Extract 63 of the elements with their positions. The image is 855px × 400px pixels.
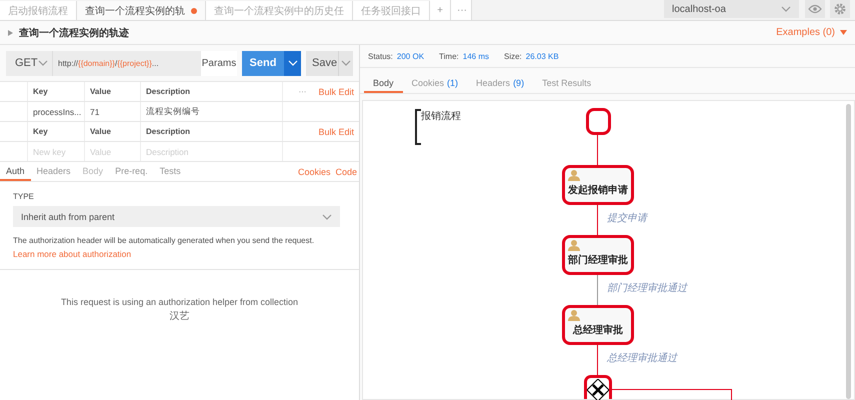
environment-select[interactable]: localhost-oa — [664, 0, 799, 18]
caret-down-icon — [840, 30, 847, 35]
send-button[interactable]: Send — [242, 50, 284, 76]
scrollbar[interactable] — [846, 104, 851, 399]
settings-icon — [833, 2, 847, 16]
task-label: 发起报销申请 — [568, 184, 628, 197]
task-label: 部门经理审批 — [568, 253, 628, 267]
person-icon — [568, 169, 580, 181]
auth-type-select[interactable]: Inherit auth from parent — [13, 206, 340, 227]
request-tab[interactable]: 启动报销流程 — [0, 1, 77, 20]
stat-value: 146 ms — [462, 52, 489, 61]
section-tab[interactable]: Tests — [154, 162, 187, 181]
section-tab[interactable]: Pre-req. — [109, 162, 154, 181]
helper-text: This request is using an authorization helper from collection — [60, 297, 298, 307]
chevron-down-icon — [322, 214, 332, 220]
stat-value: 200 OK — [396, 52, 424, 61]
settings-button[interactable] — [830, 0, 850, 18]
collection-link[interactable]: 汉艺 — [170, 309, 190, 323]
field-label: TYPE — [13, 192, 35, 201]
response-tab[interactable]: Headers (9) — [467, 74, 534, 93]
eye-button[interactable] — [805, 0, 825, 18]
learn-more-link[interactable]: Learn more about authorization — [13, 249, 346, 259]
section-tab[interactable]: Headers — [30, 162, 77, 181]
connector-label: 提交申请 — [607, 212, 647, 225]
stat-label: Status: — [368, 52, 393, 61]
request-tab[interactable]: 任务驳回接口 — [353, 1, 430, 20]
save-button[interactable]: Save — [306, 50, 338, 76]
task-label: 总经理审批 — [573, 323, 623, 337]
chevron-down-icon — [38, 60, 48, 66]
eye-icon — [808, 4, 822, 14]
lane-bracket — [415, 109, 421, 145]
tab-action-button[interactable]: ··· — [451, 0, 472, 20]
stat-value: 26.03 KB — [526, 52, 559, 61]
stat-label: Size: — [504, 52, 522, 61]
description-text: The authorization header will be automatically generated when you send the request. — [13, 236, 316, 246]
request-tab[interactable]: 查询一个流程实例的轨 — [77, 1, 206, 20]
params-button[interactable]: Params — [201, 50, 237, 76]
response-tab[interactable]: Cookies (1) — [402, 74, 468, 93]
url-field[interactable]: http://{{domain}}/{{project}}... — [52, 50, 201, 76]
chevron-down-icon — [341, 60, 351, 66]
stat-label: Time: — [439, 52, 459, 61]
bulk-edit-link[interactable]: Bulk Edit — [318, 86, 354, 96]
person-icon — [568, 309, 580, 321]
send-options-button[interactable] — [284, 50, 301, 76]
link[interactable]: Cookies — [298, 166, 330, 176]
response-tab[interactable]: Body — [364, 74, 403, 93]
chevron-down-icon — [288, 60, 298, 66]
bulk-edit-link[interactable]: Bulk Edit — [318, 126, 354, 136]
link[interactable]: Code — [335, 166, 357, 176]
response-tab[interactable]: Test Results — [533, 74, 600, 93]
connector-label: 总经理审批通过 — [607, 352, 677, 365]
save-options-button[interactable] — [338, 50, 353, 76]
request-title: 查询一个流程实例的轨迹 — [19, 26, 129, 40]
lane-label: 报销流程 — [421, 110, 461, 124]
tab-action-button[interactable]: + — [430, 0, 451, 20]
examples-button[interactable]: Examples (0) — [776, 27, 847, 38]
connector-label: 部门经理审批通过 — [607, 282, 687, 295]
caret-right-icon — [8, 30, 13, 36]
method-select[interactable]: GET — [6, 50, 52, 76]
chevron-down-icon — [781, 6, 791, 12]
more-button[interactable]: ··· — [298, 87, 306, 96]
request-tab[interactable]: 查询一个流程实例中的历史任 — [206, 1, 353, 20]
person-icon — [568, 239, 580, 251]
